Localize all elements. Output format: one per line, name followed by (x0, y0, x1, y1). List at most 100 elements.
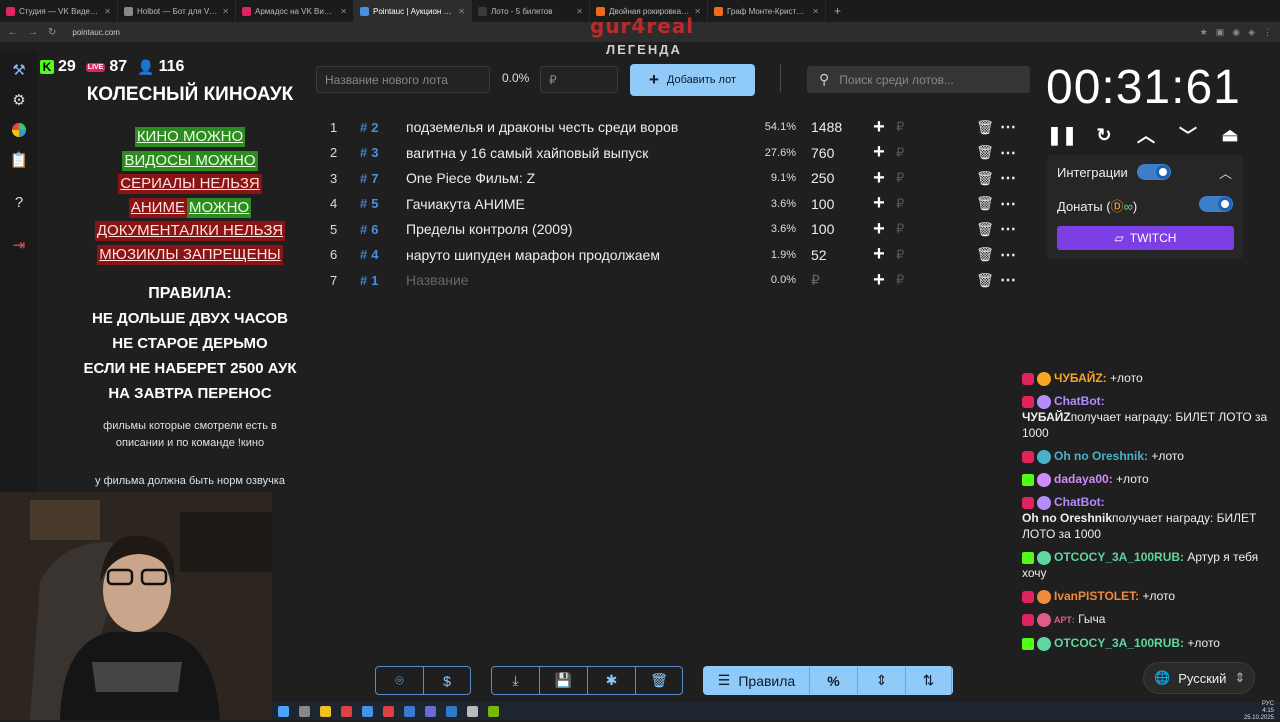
currency-input[interactable]: ₽ (894, 145, 974, 161)
compress-icon[interactable]: ⇕ (858, 667, 906, 694)
currency-input[interactable]: ₽ (894, 196, 974, 212)
more-options-icon[interactable]: ⋯ (996, 270, 1020, 290)
more-options-icon[interactable]: ⋯ (996, 168, 1020, 188)
logout-icon[interactable]: ⇥ (9, 235, 29, 255)
bug-icon[interactable]: ✱ (588, 667, 636, 694)
donate-dollar-icon[interactable]: $ (424, 667, 470, 694)
lot-name-field[interactable]: вагитна у 16 самый хайповый выпуск (406, 145, 746, 161)
lot-search-input[interactable]: ⚲ Поиск среди лотов... (807, 66, 1030, 93)
close-icon[interactable]: ✕ (812, 7, 819, 16)
currency-input[interactable]: ₽ (894, 247, 974, 263)
chat-username[interactable]: ChatBot: (1054, 394, 1105, 408)
add-amount-button[interactable]: + (864, 141, 894, 164)
extension-icon[interactable]: ◉ (1232, 27, 1240, 38)
browser-tab[interactable]: Holbot — Бот для VK Видео ✕ (118, 0, 236, 22)
lot-id[interactable]: #4 (360, 247, 406, 262)
reload-icon[interactable]: ↻ (48, 27, 56, 38)
chat-username[interactable]: ЧУБАЙZ: (1054, 371, 1107, 385)
system-clock[interactable]: РУС 4:15 25.10.2025 (1244, 701, 1274, 722)
lot-id[interactable]: #7 (360, 171, 406, 186)
lot-amount-field[interactable]: 1488 (796, 119, 864, 135)
steam-icon[interactable] (446, 705, 457, 717)
more-options-icon[interactable]: ⋯ (996, 117, 1020, 137)
explorer-icon[interactable] (320, 705, 331, 717)
chat-username[interactable]: IvanPISTOLET: (1054, 589, 1139, 603)
gear-icon[interactable]: ⚙ (9, 90, 29, 110)
currency-input[interactable]: ₽ (894, 119, 974, 135)
extension-icon[interactable]: ▣ (1216, 27, 1225, 38)
auction-hammer-icon[interactable]: ⚒ (9, 60, 29, 80)
chat-username[interactable]: dadaya00: (1054, 472, 1113, 486)
lot-name-field[interactable]: One Piece Фильм: Z (406, 170, 746, 186)
clipboard-icon[interactable]: 📋 (9, 150, 29, 170)
more-options-icon[interactable]: ⋯ (996, 194, 1020, 214)
sort-icon[interactable]: ⇅ (906, 667, 952, 694)
lot-id[interactable]: #3 (360, 145, 406, 160)
browser-tab-active[interactable]: Pointauc | Аукцион для стримеров ✕ (354, 0, 472, 22)
menu-icon[interactable]: ⋮ (1263, 27, 1272, 38)
currency-input[interactable]: ₽ (894, 221, 974, 237)
add-amount-button[interactable]: + (864, 116, 894, 139)
chat-username[interactable]: Oh no Oreshnik: (1054, 449, 1148, 463)
donations-toggle[interactable] (1199, 196, 1233, 212)
clear-all-icon[interactable]: 🗑 (636, 667, 682, 694)
lot-name-field[interactable]: наруто шипуден марафон продолжаем (406, 247, 746, 263)
add-amount-button[interactable]: + (864, 243, 894, 266)
star-icon[interactable]: ★ (1200, 27, 1208, 38)
pause-icon[interactable]: ❚❚ (1047, 122, 1077, 148)
lot-id[interactable]: #5 (360, 196, 406, 211)
app-icon[interactable] (467, 705, 478, 717)
add-lot-button[interactable]: + Добавить лот (630, 64, 755, 96)
app-icon[interactable] (362, 705, 373, 717)
more-options-icon[interactable]: ⋯ (996, 245, 1020, 265)
new-tab-button[interactable]: + (826, 4, 849, 18)
help-icon[interactable]: ? (9, 192, 29, 212)
lot-name-field[interactable]: Пределы контроля (2009) (406, 221, 746, 237)
browser-tab[interactable]: Лото - 5 билетов ✕ (472, 0, 590, 22)
lot-name-field[interactable]: Название (406, 272, 746, 288)
add-amount-button[interactable]: + (864, 218, 894, 241)
percent-toggle[interactable]: % (810, 667, 858, 694)
chat-username[interactable]: ChatBot: (1054, 495, 1105, 509)
browser-tab[interactable]: Студия — VK Видео Live ✕ (0, 0, 118, 22)
trash-icon[interactable]: 🗑 (974, 195, 996, 212)
lot-id[interactable]: #1 (360, 273, 406, 288)
trash-icon[interactable]: 🗑 (974, 246, 996, 263)
add-amount-button[interactable]: + (864, 269, 894, 292)
search-icon[interactable] (299, 705, 310, 717)
trash-icon[interactable]: 🗑 (974, 170, 996, 187)
chat-username[interactable]: OTCOCY_3A_100RUB: (1054, 550, 1184, 564)
app-icon[interactable] (404, 705, 415, 717)
lot-amount-field[interactable]: 250 (796, 170, 864, 186)
chevron-down-icon[interactable]: ﹀ (1175, 122, 1201, 148)
nvidia-icon[interactable] (488, 705, 499, 717)
close-icon[interactable]: ✕ (340, 7, 347, 16)
chevron-up-icon[interactable]: ︿ (1219, 163, 1232, 182)
close-icon[interactable]: ✕ (576, 7, 583, 16)
currency-input[interactable]: ₽ (894, 272, 974, 288)
lot-amount-field[interactable]: 760 (796, 145, 864, 161)
start-icon[interactable] (278, 705, 289, 717)
reset-icon[interactable]: ↻ (1091, 122, 1117, 148)
browser-tab[interactable]: Граф Монте-Кристо, 2024 — ✕ (708, 0, 826, 22)
collapse-up-icon[interactable]: ⏏ (1217, 122, 1243, 148)
lot-amount-field[interactable]: 100 (796, 196, 864, 212)
back-icon[interactable]: ← (8, 27, 18, 38)
close-icon[interactable]: ✕ (104, 7, 111, 16)
currency-input[interactable]: ₽ (894, 170, 974, 186)
trash-icon[interactable]: 🗑 (974, 119, 996, 136)
chevron-up-icon[interactable]: ︿ (1133, 122, 1159, 148)
new-lot-amount-input[interactable]: ₽ (540, 66, 618, 93)
language-select[interactable]: 🌐 Русский ⇕ (1143, 662, 1255, 694)
app-icon[interactable] (425, 705, 436, 717)
lot-amount-field[interactable]: 52 (796, 247, 864, 263)
lot-amount-field[interactable]: 100 (796, 221, 864, 237)
download-icon[interactable]: ⤓ (492, 667, 540, 694)
github-icon[interactable]: ⌾ (376, 667, 424, 694)
save-icon[interactable]: 💾 (540, 667, 588, 694)
wheel-icon[interactable] (9, 120, 29, 140)
forward-icon[interactable]: → (28, 27, 38, 38)
app-icon[interactable] (341, 705, 352, 717)
lot-name-field[interactable]: подземелья и драконы честь среди воров (406, 119, 746, 135)
lot-id[interactable]: #6 (360, 222, 406, 237)
